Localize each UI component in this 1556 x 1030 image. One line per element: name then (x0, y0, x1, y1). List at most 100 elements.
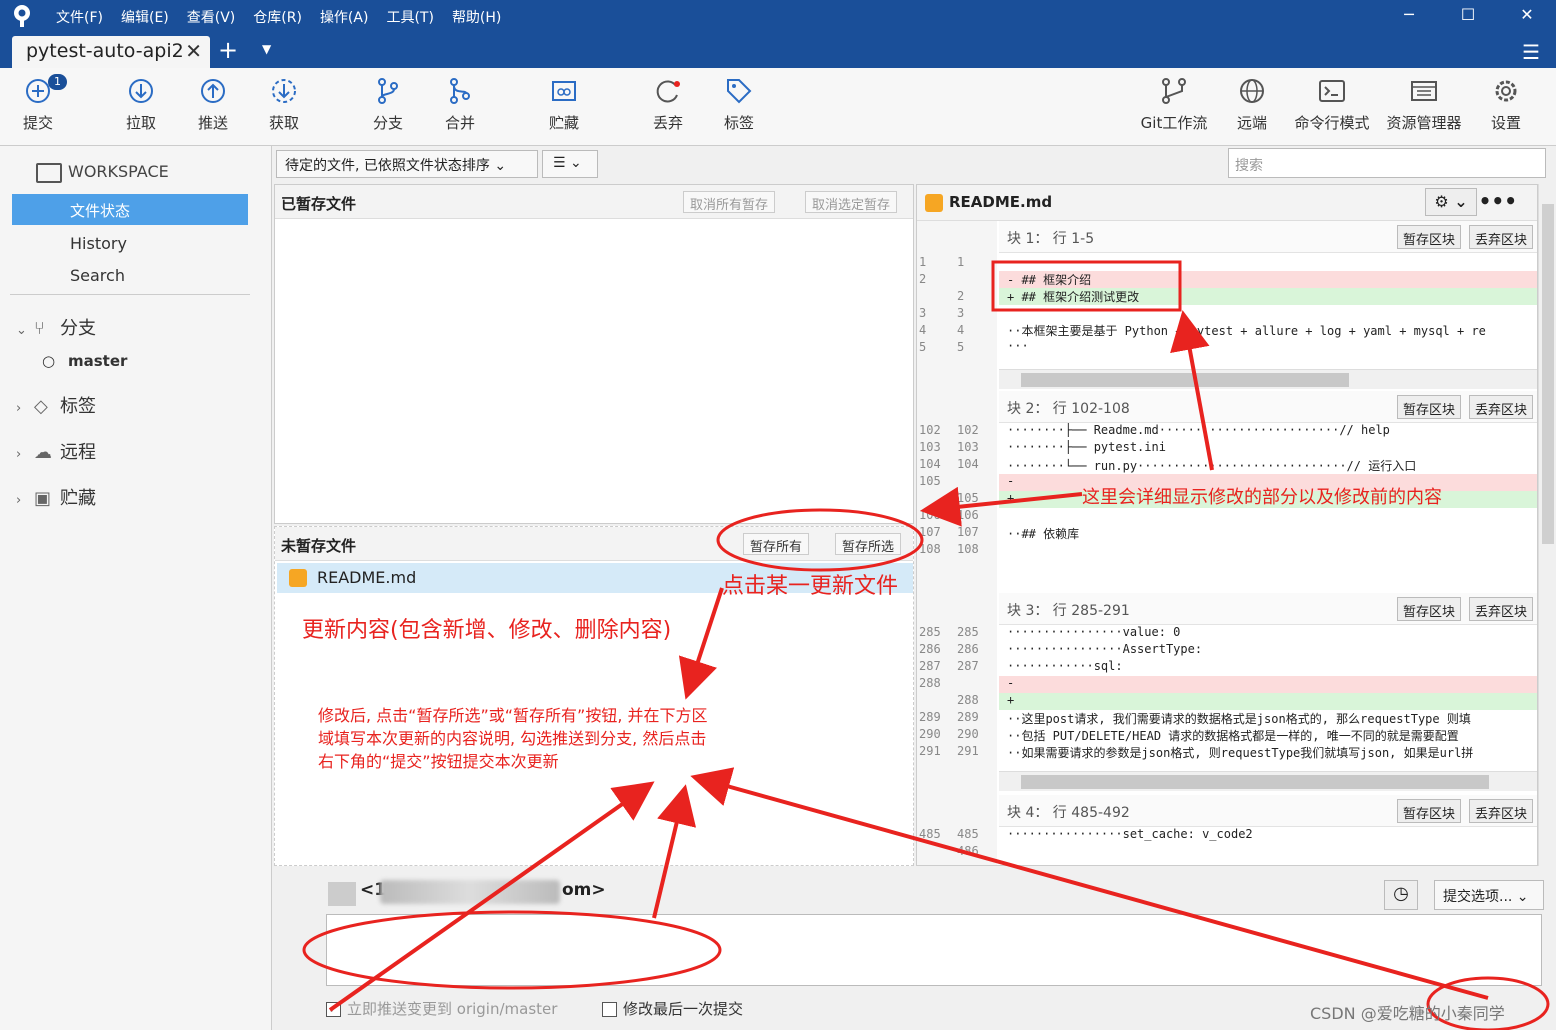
gitflow-button[interactable]: Git工作流 (1136, 76, 1212, 133)
menu-actions[interactable]: 操作(A) (320, 7, 369, 27)
stash-button[interactable]: 贮藏 (532, 76, 596, 133)
staged-title: 已暂存文件 (281, 195, 357, 213)
sidebar-section-remotes[interactable]: › ☁ 远程 (16, 438, 96, 464)
pull-button[interactable]: 拉取 (109, 76, 173, 133)
diff-line (999, 844, 1537, 861)
branch-button[interactable]: 分支 (356, 76, 420, 133)
diff-vertical-scrollbar[interactable] (1538, 184, 1556, 866)
discard-hunk-button[interactable]: 丢弃区块 (1468, 597, 1533, 621)
chevron-right-icon: › (16, 447, 22, 462)
discard-hunk-button[interactable]: 丢弃区块 (1468, 395, 1533, 419)
sidebar-item-master[interactable]: ○ master (42, 352, 127, 370)
tab-dropdown-icon[interactable]: ▼ (262, 42, 271, 56)
amend-commit-checkbox[interactable]: 修改最后一次提交 (602, 998, 743, 1019)
master-label: master (68, 352, 128, 370)
stage-hunk-button[interactable]: 暂存区块 (1396, 597, 1461, 621)
discard-label: 丢弃 (652, 114, 683, 132)
terminal-button[interactable]: 命令行模式 (1290, 76, 1374, 133)
explorer-button[interactable]: 资源管理器 (1382, 76, 1466, 133)
hunk-title: 块 2： 行 102-108 (1007, 401, 1130, 417)
discard-hunk-button[interactable]: 丢弃区块 (1468, 799, 1533, 823)
stage-hunk-button[interactable]: 暂存区块 (1396, 395, 1461, 419)
tab-repository[interactable]: pytest-auto-api2 ✕ (12, 36, 210, 68)
gitflow-icon (1162, 78, 1186, 104)
modified-file-icon (925, 194, 943, 212)
menu-tools[interactable]: 工具(T) (386, 7, 433, 27)
line-number: 106 106 (919, 508, 979, 522)
push-immediately-checkbox[interactable]: ✓ 立即推送变更到 origin/master (326, 998, 557, 1019)
add-tab-button[interactable]: + (218, 36, 238, 64)
diff-line (999, 305, 1537, 322)
tab-close-icon[interactable]: ✕ (185, 39, 202, 63)
diff-line (999, 542, 1537, 559)
merge-button[interactable]: 合并 (428, 76, 492, 133)
diff-settings-button[interactable]: ⚙ ⌄ (1425, 188, 1477, 216)
unstage-all-button[interactable]: 取消所有暂存 (683, 191, 776, 213)
diff-line: ············sql: (1007, 659, 1123, 673)
hunk-horizontal-scrollbar[interactable] (999, 771, 1537, 791)
menu-repository[interactable]: 仓库(R) (253, 7, 302, 27)
push-icon (201, 79, 225, 103)
tag-button[interactable]: 标签 (707, 76, 771, 133)
search-input[interactable]: 搜索 (1228, 148, 1546, 178)
diff-line-removed: - ## 框架介绍 (999, 271, 1537, 288)
sidebar-section-branches[interactable]: ⌄ ⑂ 分支 (16, 314, 96, 340)
stash-icon (552, 81, 576, 101)
sidebar-item-file-status[interactable]: 文件状态 (12, 194, 248, 225)
line-number: 289 289 (919, 710, 979, 724)
line-number: 105 (957, 491, 979, 505)
push-label: 推送 (197, 114, 228, 132)
stage-selected-button[interactable]: 暂存所选 (835, 533, 902, 555)
more-options-icon[interactable]: ••• (1479, 189, 1517, 213)
menu-help[interactable]: 帮助(H) (452, 7, 501, 27)
hunk-title: 块 1： 行 1-5 (1007, 231, 1095, 247)
scrollbar-thumb[interactable] (1021, 775, 1489, 789)
hamburger-menu-icon[interactable]: ☰ (1522, 40, 1540, 64)
line-number: 288 (957, 693, 979, 707)
hunk-title: 块 3： 行 285-291 (1007, 603, 1130, 619)
push-button[interactable]: 推送 (181, 76, 245, 133)
menu-edit[interactable]: 编辑(E) (121, 7, 169, 27)
commit-message-input[interactable] (326, 914, 1542, 986)
hunk-horizontal-scrollbar[interactable] (999, 369, 1537, 389)
sidebar-section-stashes[interactable]: › ▣ 贮藏 (16, 484, 96, 510)
stash-icon: ▣ (34, 488, 52, 509)
maximize-button[interactable]: ☐ (1453, 5, 1483, 24)
remote-button[interactable]: 远端 (1220, 76, 1284, 133)
explorer-label: 资源管理器 (1386, 114, 1462, 132)
diff-line: ··## 依赖库 (1007, 527, 1080, 541)
sort-dropdown[interactable]: 待定的文件, 已依照文件状态排序 ⌄ (276, 150, 538, 178)
annotation-click-file: 点击某一更新文件 (722, 574, 899, 599)
toolbar: 1 提交 拉取 推送 获取 分支 合并 贮藏 丢弃 标签 Git工作流 远端 命… (0, 68, 1556, 146)
scrollbar-thumb[interactable] (1021, 373, 1349, 387)
discard-button[interactable]: 丢弃 (636, 76, 700, 133)
file-name: README.md (317, 568, 417, 587)
diff-line: ··本框架主要是基于 Python + pytest + allure + lo… (1007, 324, 1486, 338)
diff-filename: README.md (949, 193, 1053, 211)
scrollbar-thumb[interactable] (1542, 204, 1554, 544)
sidebar-section-tags[interactable]: › ◇ 标签 (16, 392, 96, 418)
sidebar-item-search[interactable]: Search (70, 266, 125, 285)
commit-options-dropdown[interactable]: 提交选项... ⌄ (1434, 880, 1544, 910)
stage-all-button[interactable]: 暂存所有 (743, 533, 810, 555)
menu-view[interactable]: 查看(V) (187, 7, 236, 27)
branch-label: 分支 (372, 114, 403, 132)
minimize-button[interactable]: ─ (1394, 5, 1424, 24)
commit-button[interactable]: 1 提交 (6, 74, 70, 133)
close-window-button[interactable]: ✕ (1512, 5, 1542, 24)
diff-line-added: + (999, 693, 1537, 710)
line-number: 288 (919, 676, 941, 690)
discard-hunk-button[interactable]: 丢弃区块 (1468, 225, 1533, 249)
hunk-header: 块 4： 行 485-492 暂存区块 丢弃区块 (999, 795, 1537, 827)
view-mode-dropdown[interactable]: ☰ ⌄ (542, 150, 598, 178)
stage-hunk-button[interactable]: 暂存区块 (1396, 799, 1461, 823)
fetch-button[interactable]: 获取 (252, 76, 316, 133)
history-icon[interactable]: ◷ (1384, 880, 1418, 910)
menu-file[interactable]: 文件(F) (56, 7, 103, 27)
sidebar-item-history[interactable]: History (70, 234, 127, 253)
branch-icon: ⑂ (34, 318, 45, 339)
settings-button[interactable]: 设置 (1474, 76, 1538, 133)
stage-hunk-button[interactable]: 暂存区块 (1396, 225, 1461, 249)
menu-bar: 文件(F) 编辑(E) 查看(V) 仓库(R) 操作(A) 工具(T) 帮助(H… (56, 7, 501, 27)
unstage-selected-button[interactable]: 取消选定暂存 (805, 191, 898, 213)
